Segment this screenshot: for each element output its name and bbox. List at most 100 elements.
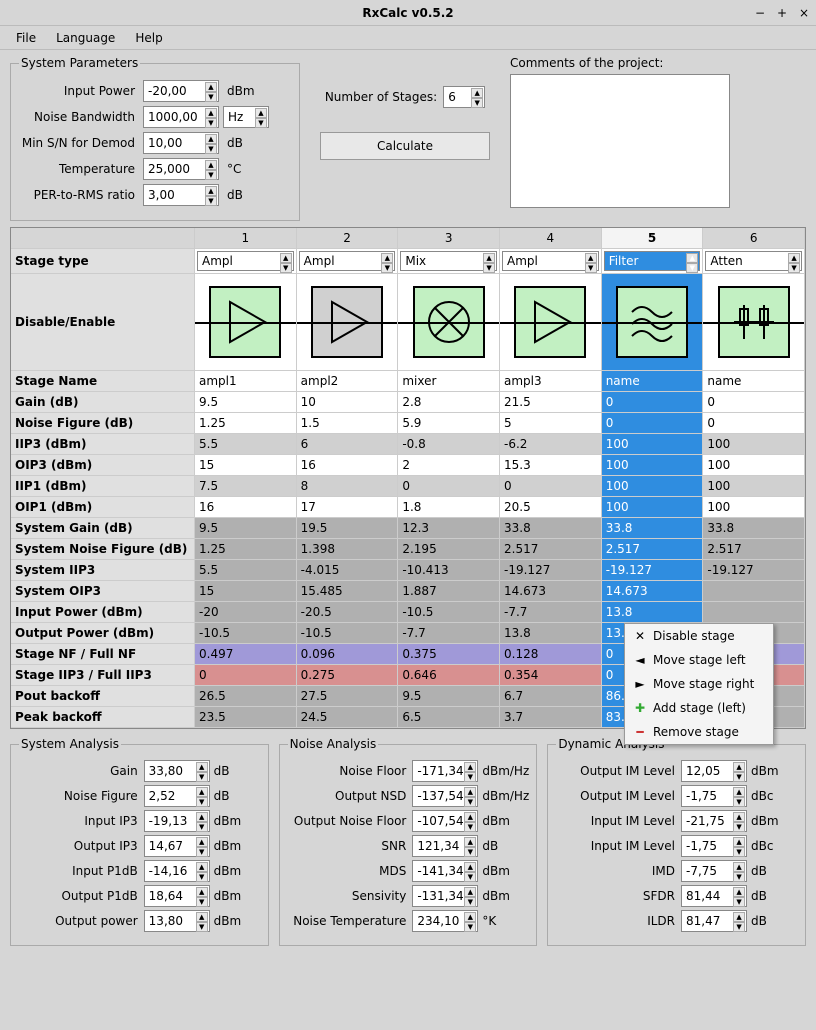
cell-4-2[interactable]: 2 <box>398 455 500 475</box>
cell-13-3[interactable]: 0.128 <box>500 644 602 664</box>
ctx-disable-stage[interactable]: ✕Disable stage <box>625 624 773 648</box>
cell-2-2[interactable]: 5.9 <box>398 413 500 433</box>
cell-10-5[interactable] <box>703 581 805 601</box>
cell-0-4[interactable]: name <box>602 371 704 391</box>
cell-6-5[interactable]: 100 <box>703 497 805 517</box>
cell-2-3[interactable]: 5 <box>500 413 602 433</box>
cell-12-0[interactable]: -10.5 <box>195 623 297 643</box>
cell-1-2[interactable]: 2.8 <box>398 392 500 412</box>
cell-0-3[interactable]: ampl3 <box>500 371 602 391</box>
cell-7-3[interactable]: 33.8 <box>500 518 602 538</box>
cell-8-4[interactable]: 2.517 <box>602 539 704 559</box>
cell-11-1[interactable]: -20.5 <box>297 602 399 622</box>
close-button[interactable]: × <box>798 7 810 19</box>
stage-type-select-2[interactable]: Mix▲▼ <box>400 251 497 271</box>
cell-3-0[interactable]: 5.5 <box>195 434 297 454</box>
cell-3-5[interactable]: 100 <box>703 434 805 454</box>
cell-14-1[interactable]: 0.275 <box>297 665 399 685</box>
cell-5-4[interactable]: 100 <box>602 476 704 496</box>
sp-input-0[interactable]: -20,00▲▼ <box>143 80 219 102</box>
cell-12-2[interactable]: -7.7 <box>398 623 500 643</box>
dyn-an-input-2[interactable]: -21,75▲▼ <box>681 810 747 832</box>
menu-language[interactable]: Language <box>46 29 125 47</box>
cell-9-0[interactable]: 5.5 <box>195 560 297 580</box>
noise-an-input-4[interactable]: -141,34▲▼ <box>412 860 478 882</box>
col-header-6[interactable]: 6 <box>703 228 805 248</box>
cell-2-0[interactable]: 1.25 <box>195 413 297 433</box>
stage-type-select-0[interactable]: Ampl▲▼ <box>197 251 294 271</box>
sys-an-input-6[interactable]: 13,80▲▼ <box>144 910 210 932</box>
cell-10-1[interactable]: 15.485 <box>297 581 399 601</box>
comments-textarea[interactable] <box>510 74 730 208</box>
dyn-an-input-3[interactable]: -1,75▲▼ <box>681 835 747 857</box>
sp-input-1[interactable]: 1000,00▲▼ <box>143 106 219 128</box>
noise-an-input-1[interactable]: -137,54▲▼ <box>412 785 478 807</box>
noise-an-input-6[interactable]: 234,10▲▼ <box>412 910 478 932</box>
cell-11-3[interactable]: -7.7 <box>500 602 602 622</box>
cell-16-0[interactable]: 23.5 <box>195 707 297 727</box>
cell-14-2[interactable]: 0.646 <box>398 665 500 685</box>
cell-15-2[interactable]: 9.5 <box>398 686 500 706</box>
ctx-remove-stage[interactable]: ━Remove stage <box>625 720 773 744</box>
cell-8-2[interactable]: 2.195 <box>398 539 500 559</box>
dyn-an-input-5[interactable]: 81,44▲▼ <box>681 885 747 907</box>
cell-6-3[interactable]: 20.5 <box>500 497 602 517</box>
stage-type-select-4[interactable]: Filter▲▼ <box>604 251 701 271</box>
cell-15-3[interactable]: 6.7 <box>500 686 602 706</box>
cell-12-3[interactable]: 13.8 <box>500 623 602 643</box>
cell-2-1[interactable]: 1.5 <box>297 413 399 433</box>
enable-cell-4[interactable] <box>602 274 704 370</box>
dyn-an-input-6[interactable]: 81,47▲▼ <box>681 910 747 932</box>
cell-3-2[interactable]: -0.8 <box>398 434 500 454</box>
cell-10-0[interactable]: 15 <box>195 581 297 601</box>
cell-6-0[interactable]: 16 <box>195 497 297 517</box>
cell-13-2[interactable]: 0.375 <box>398 644 500 664</box>
dyn-an-input-0[interactable]: 12,05▲▼ <box>681 760 747 782</box>
cell-7-0[interactable]: 9.5 <box>195 518 297 538</box>
sys-an-input-5[interactable]: 18,64▲▼ <box>144 885 210 907</box>
calculate-button[interactable]: Calculate <box>320 132 490 160</box>
noise-an-input-2[interactable]: -107,54▲▼ <box>412 810 478 832</box>
enable-cell-5[interactable] <box>703 274 805 370</box>
cell-7-5[interactable]: 33.8 <box>703 518 805 538</box>
cell-1-3[interactable]: 21.5 <box>500 392 602 412</box>
cell-5-2[interactable]: 0 <box>398 476 500 496</box>
sp-input-2[interactable]: 10,00▲▼ <box>143 132 219 154</box>
cell-9-1[interactable]: -4.015 <box>297 560 399 580</box>
cell-6-4[interactable]: 100 <box>602 497 704 517</box>
sys-an-input-4[interactable]: -14,16▲▼ <box>144 860 210 882</box>
cell-14-3[interactable]: 0.354 <box>500 665 602 685</box>
stage-type-select-3[interactable]: Ampl▲▼ <box>502 251 599 271</box>
cell-4-4[interactable]: 100 <box>602 455 704 475</box>
menu-file[interactable]: File <box>6 29 46 47</box>
cell-0-1[interactable]: ampl2 <box>297 371 399 391</box>
dyn-an-input-1[interactable]: -1,75▲▼ <box>681 785 747 807</box>
col-header-2[interactable]: 2 <box>297 228 399 248</box>
cell-8-1[interactable]: 1.398 <box>297 539 399 559</box>
cell-0-5[interactable]: name <box>703 371 805 391</box>
cell-9-5[interactable]: -19.127 <box>703 560 805 580</box>
cell-3-1[interactable]: 6 <box>297 434 399 454</box>
sys-an-input-1[interactable]: 2,52▲▼ <box>144 785 210 807</box>
stage-type-select-5[interactable]: Atten▲▼ <box>705 251 802 271</box>
col-header-5[interactable]: 5 <box>602 228 704 248</box>
cell-1-1[interactable]: 10 <box>297 392 399 412</box>
cell-4-3[interactable]: 15.3 <box>500 455 602 475</box>
cell-5-0[interactable]: 7.5 <box>195 476 297 496</box>
cell-1-0[interactable]: 9.5 <box>195 392 297 412</box>
minimize-button[interactable]: − <box>754 7 766 19</box>
enable-cell-0[interactable] <box>195 274 297 370</box>
cell-1-5[interactable]: 0 <box>703 392 805 412</box>
sys-an-input-0[interactable]: 33,80▲▼ <box>144 760 210 782</box>
cell-10-3[interactable]: 14.673 <box>500 581 602 601</box>
cell-15-0[interactable]: 26.5 <box>195 686 297 706</box>
sp-input-4[interactable]: 3,00▲▼ <box>143 184 219 206</box>
sys-an-input-2[interactable]: -19,13▲▼ <box>144 810 210 832</box>
cell-16-1[interactable]: 24.5 <box>297 707 399 727</box>
ctx-move-stage-right[interactable]: ►Move stage right <box>625 672 773 696</box>
col-header-4[interactable]: 4 <box>500 228 602 248</box>
sp-input-3[interactable]: 25,000▲▼ <box>143 158 219 180</box>
cell-0-0[interactable]: ampl1 <box>195 371 297 391</box>
cell-10-4[interactable]: 14.673 <box>602 581 704 601</box>
ctx-move-stage-left[interactable]: ◄Move stage left <box>625 648 773 672</box>
